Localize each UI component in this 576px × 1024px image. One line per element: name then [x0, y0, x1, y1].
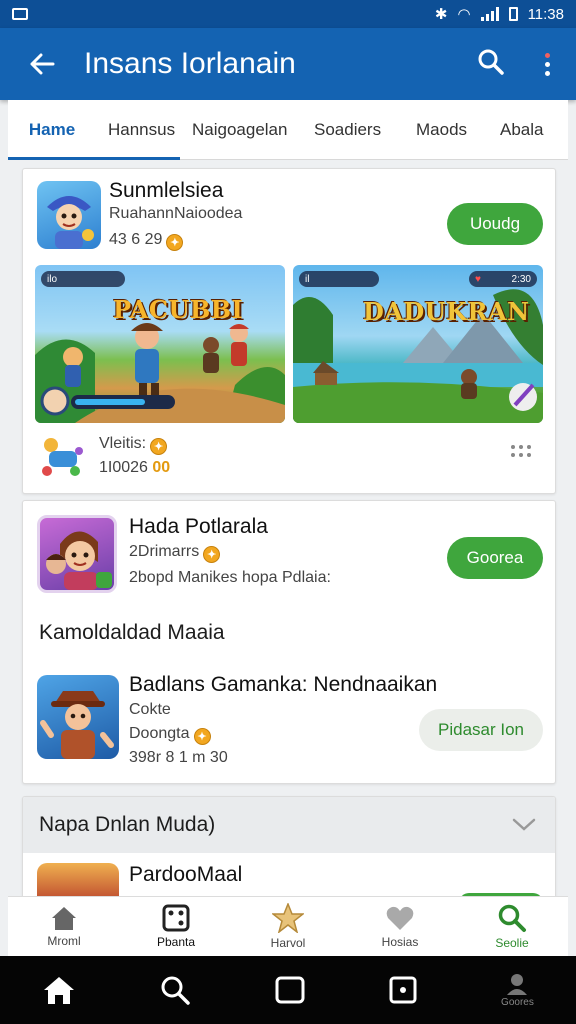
section-title: Kamoldaldad Maaia — [39, 621, 225, 644]
score-badge: ♥ 2:30 — [469, 271, 537, 287]
nav-label: Pbanta — [156, 935, 196, 949]
hud-badge: il — [299, 271, 379, 287]
app-name: Sunmlelsiea — [109, 179, 224, 202]
nav-search[interactable]: Seolie — [456, 897, 568, 956]
app-rating: 2Drimarrs ✦ — [129, 543, 221, 563]
search-button[interactable] — [477, 48, 505, 81]
coin-icon: ✦ — [203, 546, 221, 563]
tab-hannsus[interactable]: Hannsus — [96, 100, 180, 160]
dice-icon — [162, 904, 190, 932]
app-line-2: Doongta — [129, 725, 190, 742]
hud-badge: ilo — [41, 271, 125, 287]
coin-icon: ✦ — [166, 234, 184, 251]
nav-favorites[interactable]: Harvol — [232, 897, 344, 956]
screenshot-1[interactable]: ilo PACUBBI — [35, 265, 285, 423]
arrow-left-icon — [30, 53, 55, 75]
rating-text: 2Drimarrs — [129, 543, 200, 560]
nav-label: Seolie — [495, 936, 529, 950]
app-icon — [37, 515, 117, 593]
tab-indicator — [8, 157, 180, 160]
tab-hame[interactable]: Hame — [8, 100, 96, 160]
meta-label: Vleitis: — [99, 435, 147, 452]
system-navigation-bar: Goores — [0, 956, 576, 1024]
page-title: Insans Iorlanain — [84, 47, 296, 80]
gamepad-icon — [39, 435, 85, 486]
app-name: PardooMaal — [129, 863, 243, 886]
app-name: Badlans Gamanka: Nendnaaikan — [129, 673, 438, 696]
rating-text: 43 6 29 — [109, 231, 163, 248]
status-bar: ✱ ◠ 11:38 — [0, 0, 576, 28]
more-options-icon[interactable] — [511, 445, 531, 457]
nav-wishlist[interactable]: Hosias — [344, 897, 456, 956]
collapsible-section: Napa Dnlan Muda) PardooMaal — [22, 796, 556, 906]
app-line-1: Cokte — [129, 701, 171, 718]
app-rating: 43 6 29 ✦ — [109, 231, 184, 251]
app-icon — [37, 181, 101, 249]
install-button[interactable]: Goorea — [447, 537, 543, 579]
preregister-button[interactable]: Pidasar Ion — [419, 709, 543, 751]
signal-icon — [480, 7, 499, 21]
tab-naigoagelan[interactable]: Naigoagelan — [180, 100, 302, 160]
bluetooth-icon: ✱ — [434, 6, 448, 23]
tab-soadiers[interactable]: Soadiers — [302, 100, 404, 160]
meta-badge: 00 — [152, 459, 171, 476]
status-time: 11:38 — [527, 5, 564, 23]
app-line-2-row: Doongta ✦ — [129, 725, 211, 745]
wifi-icon: ◠ — [457, 6, 471, 23]
bottom-navigation: Mroml Pbanta Harvol Hosias Seolie — [8, 896, 568, 956]
nav-home[interactable]: Mroml — [8, 897, 120, 956]
app-line-3: 398r 8 1 m 30 — [129, 749, 228, 766]
install-button[interactable]: Uoudg — [447, 203, 543, 245]
nav-label: Harvol — [270, 936, 306, 950]
app-icon — [37, 675, 119, 759]
recents-icon[interactable] — [275, 976, 305, 1004]
chevron-down-icon — [512, 818, 536, 831]
home-icon[interactable] — [42, 975, 76, 1005]
search-icon — [498, 904, 526, 932]
coin-icon: ✦ — [150, 438, 168, 455]
notification-icon — [12, 8, 28, 20]
section-header[interactable]: Napa Dnlan Muda) — [23, 797, 555, 853]
person-icon — [507, 973, 528, 995]
coin-icon: ✦ — [193, 728, 211, 745]
game-logo: PACUBBI — [113, 295, 244, 324]
nav-label: Hosias — [381, 935, 419, 949]
home-icon — [52, 907, 76, 930]
overview-icon[interactable] — [389, 976, 417, 1004]
app-list-card: Hada Potlarala 2Drimarrs ✦ 2bopd Manikes … — [22, 500, 556, 784]
nav-games[interactable]: Pbanta — [120, 897, 232, 956]
app-name: Hada Potlarala — [129, 515, 268, 538]
app-bar: Insans Iorlanain — [0, 28, 576, 100]
more-vert-icon[interactable] — [545, 52, 550, 76]
star-icon — [272, 903, 304, 933]
meta-row: Vleitis: ✦ — [99, 435, 168, 455]
account-button[interactable]: Goores — [501, 973, 534, 1008]
meta-count: 1I0026 — [99, 459, 148, 476]
game-logo: DADUKRAN — [363, 297, 530, 326]
back-button[interactable] — [0, 53, 84, 75]
search-icon — [478, 49, 504, 75]
heart-icon — [386, 906, 414, 930]
tab-abala[interactable]: Abala — [488, 100, 562, 160]
battery-icon — [508, 7, 518, 21]
screenshot-2[interactable]: il ♥ 2:30 DADUKRAN — [293, 265, 543, 423]
category-tabs: Hame Hannsus Naigoagelan Soadiers Maods … — [8, 100, 568, 160]
app-developer: RuahannNaioodea — [109, 205, 243, 222]
nav-label: Mroml — [47, 934, 81, 948]
featured-app-card[interactable]: Sunmlelsiea RuahannNaioodea 43 6 29 ✦ Uou… — [22, 168, 556, 494]
section-title: Napa Dnlan Muda) — [39, 813, 216, 836]
app-description: 2bopd Manikes hopa Pdlaia: — [129, 569, 331, 586]
meta-count-row: 1I0026 00 — [99, 459, 170, 477]
account-label: Goores — [501, 996, 534, 1008]
tab-maods[interactable]: Maods — [404, 100, 488, 160]
search-icon[interactable] — [160, 975, 191, 1005]
